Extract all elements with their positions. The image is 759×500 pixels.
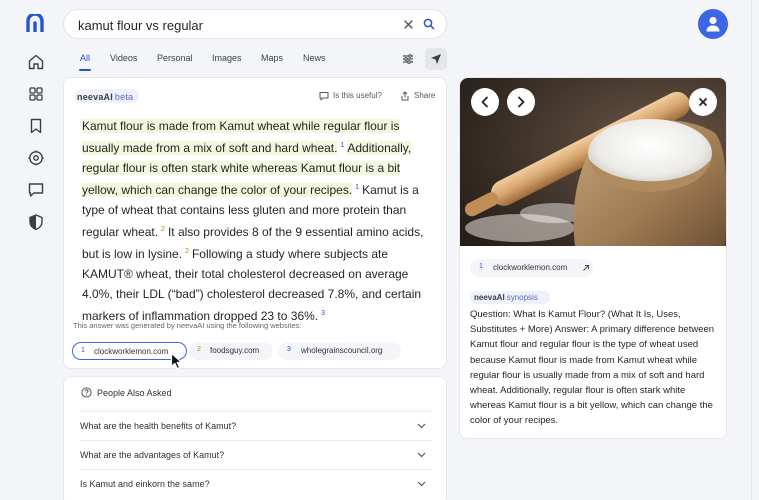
scrollbar[interactable] <box>751 0 759 500</box>
synopsis-label: neevaAI synopsis <box>474 293 538 302</box>
citation-2[interactable]: 2 <box>185 248 189 255</box>
citation-1[interactable]: 1 <box>355 184 359 191</box>
tab-images[interactable]: Images <box>212 53 242 63</box>
paa-question[interactable]: Is Kamut and einkorn the same? <box>80 469 432 498</box>
tab-all[interactable]: All <box>80 53 90 63</box>
filter-settings-button[interactable] <box>397 48 419 70</box>
people-also-asked: People Also Asked What are the health be… <box>63 376 447 500</box>
kamut-flour-image <box>460 78 726 246</box>
tab-videos[interactable]: Videos <box>110 53 137 63</box>
share-icon <box>401 91 409 101</box>
panel-source-link[interactable]: 1 clockworklemon.com <box>470 259 593 277</box>
source-preview-panel: 1 clockworklemon.com neevaAI synopsis Que… <box>459 77 727 439</box>
source-chip-3[interactable]: 3 wholegrainscouncil.org <box>278 342 401 360</box>
citation-1[interactable]: 1 <box>340 142 344 149</box>
search-input[interactable] <box>78 16 378 34</box>
chevron-down-icon <box>417 452 426 458</box>
bookmark-icon[interactable] <box>27 117 45 135</box>
external-link-icon <box>583 265 589 271</box>
ai-answer-card: neevaAI beta Is this useful? Share Kamut … <box>63 77 447 369</box>
tab-news[interactable]: News <box>303 53 326 63</box>
chevron-right-icon <box>518 96 525 108</box>
answer-text: Kamut flour is made from Kamut wheat whi… <box>82 116 424 326</box>
feedback-button[interactable]: Is this useful? <box>319 91 382 101</box>
source-chip-2[interactable]: 2 foodsguy.com <box>189 342 273 360</box>
chevron-left-icon <box>481 96 488 108</box>
neeva-ai-label: neevaAI beta <box>77 92 134 102</box>
chevron-down-icon <box>417 423 426 429</box>
chat-icon[interactable] <box>27 181 45 199</box>
shield-icon[interactable] <box>27 213 45 231</box>
location-arrow-icon <box>431 54 441 64</box>
tab-maps[interactable]: Maps <box>261 53 283 63</box>
clear-search-icon[interactable] <box>403 19 414 30</box>
sliders-icon <box>403 54 413 64</box>
search-icon[interactable] <box>423 18 435 30</box>
neeva-logo-icon[interactable] <box>26 14 45 32</box>
close-panel-button[interactable] <box>689 88 717 116</box>
paa-question[interactable]: What are the advantages of Kamut? <box>80 440 432 469</box>
left-rail <box>0 0 72 500</box>
settings-icon[interactable] <box>27 149 45 167</box>
tab-personal[interactable]: Personal <box>157 53 193 63</box>
close-icon <box>699 98 707 106</box>
home-icon[interactable] <box>27 53 45 71</box>
location-button[interactable] <box>425 48 447 70</box>
generated-note: This answer was generated by neevaAI usi… <box>73 321 302 330</box>
mouse-cursor-icon <box>170 352 184 370</box>
paa-title: People Also Asked <box>97 388 172 398</box>
search-bar <box>63 9 447 39</box>
question-icon <box>81 387 92 398</box>
chevron-down-icon <box>417 481 426 487</box>
next-image-button[interactable] <box>507 88 535 116</box>
previous-image-button[interactable] <box>471 88 499 116</box>
share-button[interactable]: Share <box>400 91 435 101</box>
synopsis-text: Question: What Is Kamut Flour? (What It … <box>470 309 715 427</box>
active-tab-indicator <box>79 69 91 71</box>
avatar[interactable] <box>698 9 728 39</box>
paa-question[interactable]: What are the health benefits of Kamut? <box>80 411 432 440</box>
citation-3[interactable]: 3 <box>321 310 325 317</box>
citation-2[interactable]: 2 <box>161 226 165 233</box>
grid-icon[interactable] <box>27 85 45 103</box>
comment-icon <box>319 92 329 101</box>
